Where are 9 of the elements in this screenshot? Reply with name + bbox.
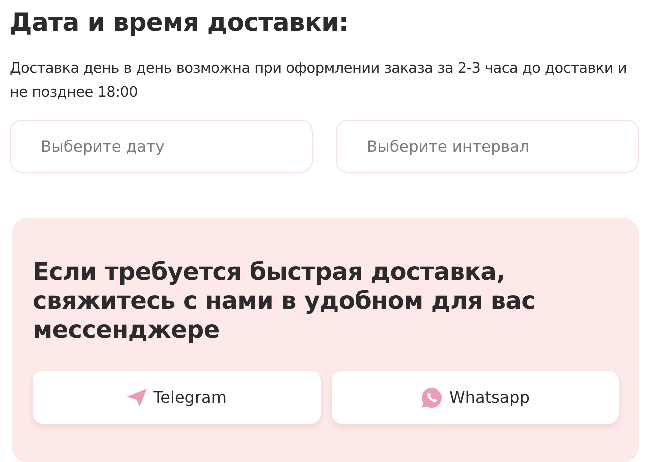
paper-plane-icon [126,388,147,406]
delivery-note: Доставка день в день возможна при оформлении заказа за 2-3 часа до доставки и не позднее 18:00 [10,60,628,103]
messenger-button[interactable]: Whatsapp [332,371,619,424]
select-field[interactable]: Выберите дату [10,120,313,173]
promo-heading: Если требуется быстрая доставка, свяжитесь с нами в удобном для вас мессенджере [33,258,537,345]
section-title: Дата и время доставки: [10,8,350,37]
messenger-button[interactable]: Telegram [33,371,320,424]
select-field[interactable]: Выберите интервал [336,120,639,173]
phone-chat-icon [420,386,442,408]
